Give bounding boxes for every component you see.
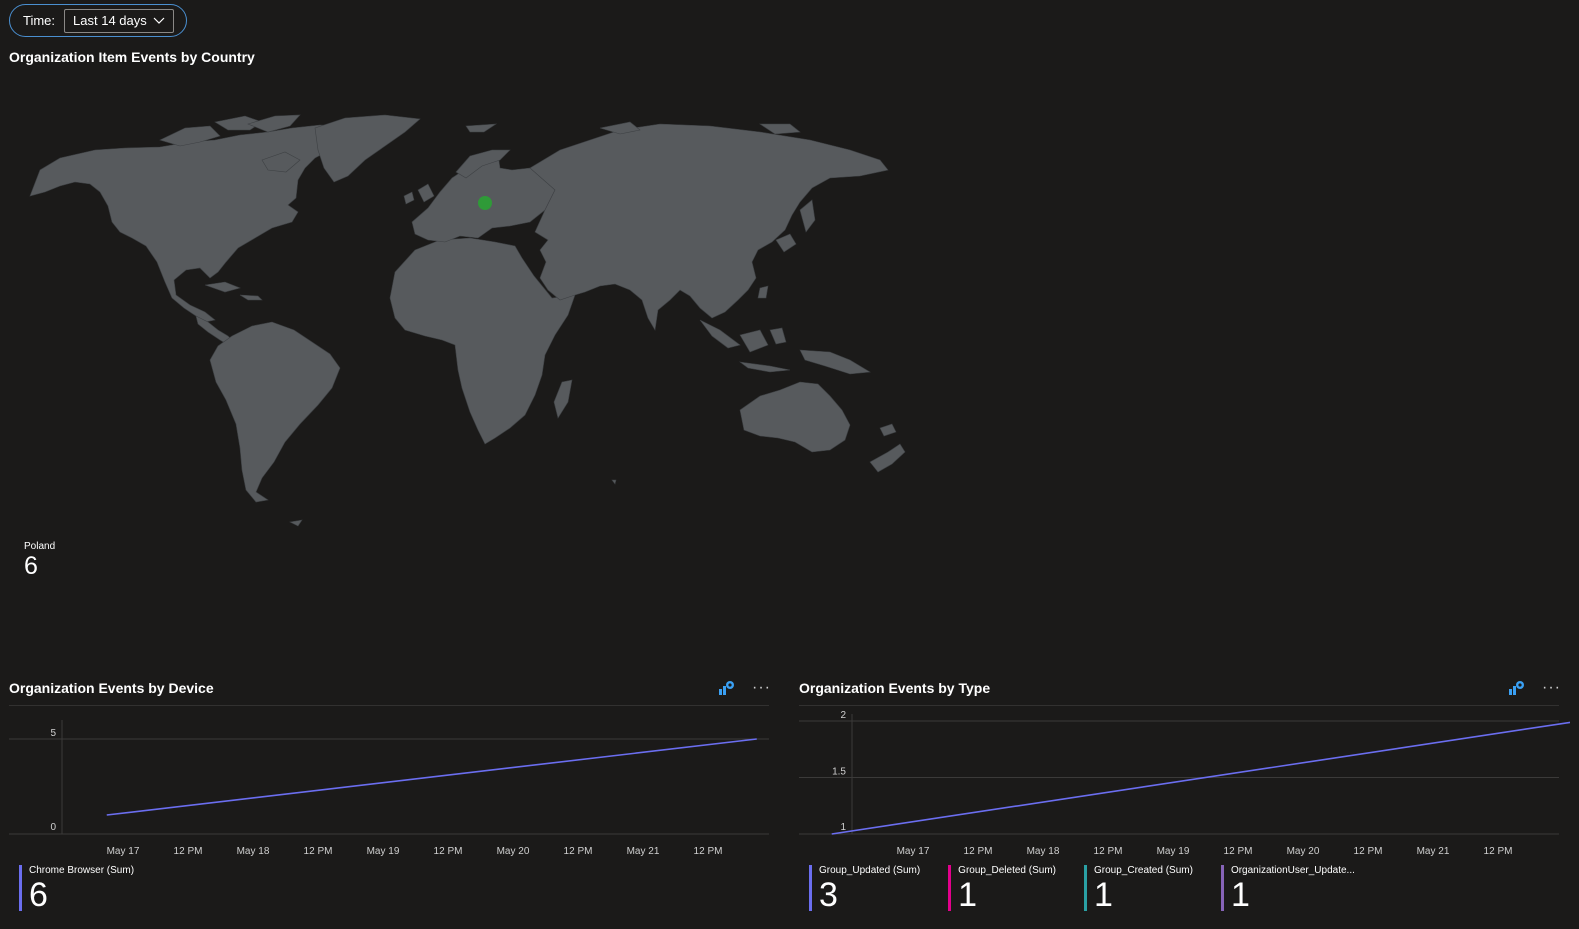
legend-item[interactable]: Group_Created (Sum) 1	[1084, 865, 1193, 913]
legend-color-bar	[948, 865, 952, 911]
type-chart-x-tick-label: May 18	[1027, 846, 1060, 857]
type-chart-y-tick-label: 2	[840, 710, 846, 721]
insights-icon[interactable]	[1508, 680, 1524, 696]
type-tile-title: Organization Events by Type	[799, 680, 991, 696]
device-tile-toolbar: ···	[718, 680, 771, 696]
device-chart-x-tick-label: May 19	[367, 846, 400, 857]
legend-item-value: 6	[29, 876, 48, 914]
legend-item[interactable]: Chrome Browser (Sum) 6	[19, 865, 134, 913]
device-chart-x-tick-label: 12 PM	[694, 846, 723, 857]
map-tile-title: Organization Item Events by Country	[9, 49, 255, 65]
insights-icon[interactable]	[718, 680, 734, 696]
device-chart-x-tick-label: May 18	[237, 846, 270, 857]
device-chart-x-tick-label: 12 PM	[434, 846, 463, 857]
legend-item-value: 1	[958, 876, 978, 914]
device-chart-y-tick-label: 5	[50, 728, 56, 739]
legend-item-value: 1	[1230, 876, 1250, 914]
type-legend: Group_Updated (Sum) 3 Group_Deleted (Sum) 1…	[809, 865, 1383, 913]
device-chart-y-tick-label: 0	[50, 822, 56, 833]
legend-item-name: OrganizationUser_Update...	[1230, 865, 1355, 876]
time-filter: Time: Last 14 days	[9, 4, 187, 37]
legend-item-value: 1	[1094, 876, 1113, 914]
legend-item[interactable]: Group_Deleted (Sum) 1	[948, 865, 1056, 913]
more-options-icon[interactable]: ···	[1542, 680, 1561, 696]
device-chart-x-tick-label: 12 PM	[304, 846, 333, 857]
device-chart[interactable]: 0 5 May 17 12 PM May 18 12 PM May 19 12 PM May 2…	[0, 712, 780, 862]
device-chart-x-tick-label: 12 PM	[174, 846, 203, 857]
type-chart-y-tick-label: 1.5	[832, 767, 846, 778]
device-chart-x-tick-label: May 20	[497, 846, 530, 857]
map-legend-name: Poland	[24, 541, 56, 552]
type-chart-x-tick-label: May 19	[1157, 846, 1190, 857]
legend-item-value: 3	[819, 876, 838, 914]
type-chart-x-tick-label: May 21	[1417, 846, 1450, 857]
chevron-down-icon	[153, 17, 165, 24]
map-legend-value: 6	[24, 552, 38, 580]
legend-item[interactable]: Group_Updated (Sum) 3	[809, 865, 920, 913]
device-tile-title: Organization Events by Device	[9, 680, 214, 696]
device-chart-x-tick-label: May 17	[107, 846, 140, 857]
legend-color-bar	[809, 865, 812, 911]
legend-color-bar	[1220, 865, 1224, 911]
map-legend: Poland 6	[24, 541, 55, 580]
time-filter-label: Time:	[23, 13, 56, 28]
world-map-svg	[29, 114, 906, 527]
legend-item-name: Group_Updated (Sum)	[819, 865, 921, 876]
type-chart-x-tick-label: 12 PM	[1224, 846, 1253, 857]
time-range-dropdown[interactable]: Last 14 days	[64, 8, 175, 33]
legend-item-name: Chrome Browser (Sum)	[29, 865, 135, 876]
type-chart-x-tick-label: 12 PM	[1484, 846, 1513, 857]
device-legend: Chrome Browser (Sum) 6	[19, 865, 154, 913]
device-chart-x-tick-label: May 21	[627, 846, 660, 857]
legend-color-bar	[1084, 865, 1087, 911]
map-landmass	[29, 114, 906, 527]
type-chart-x-tick-label: 12 PM	[1094, 846, 1123, 857]
type-chart-x-tick-label: May 20	[1287, 846, 1320, 857]
type-chart-x-tick-label: May 17	[897, 846, 930, 857]
device-chart-series-line[interactable]	[106, 738, 757, 816]
legend-item[interactable]: OrganizationUser_Update... 1	[1220, 865, 1355, 914]
device-chart-x-tick-label: 12 PM	[564, 846, 593, 857]
type-chart-x-tick-label: 12 PM	[1354, 846, 1383, 857]
time-range-value: Last 14 days	[73, 13, 147, 28]
world-map[interactable]	[0, 70, 1579, 540]
type-tile-toolbar: ···	[1508, 680, 1561, 696]
more-options-icon[interactable]: ···	[752, 680, 771, 696]
legend-item-name: Group_Deleted (Sum)	[958, 865, 1056, 876]
device-tile-divider	[9, 705, 769, 706]
type-chart-x-tick-label: 12 PM	[964, 846, 993, 857]
legend-color-bar	[19, 865, 22, 911]
type-chart[interactable]: 11.52May 17 12 PM May 18 12 PM May 19 12 PM Ma…	[790, 700, 1570, 862]
map-point-poland[interactable]	[478, 196, 492, 210]
legend-item-name: Group_Created (Sum)	[1094, 865, 1193, 876]
